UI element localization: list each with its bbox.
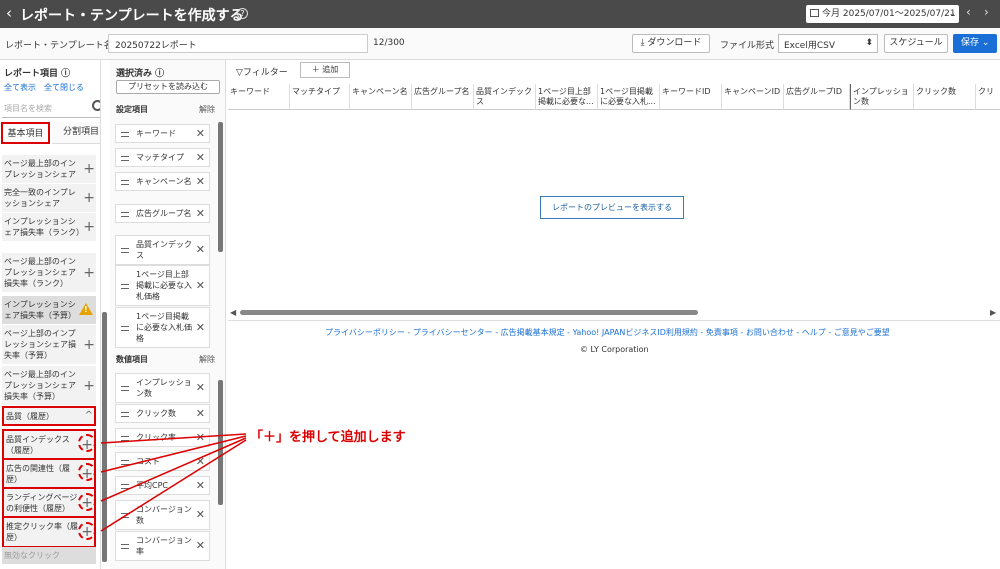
annotation-text: 「＋」を押して追加します bbox=[250, 430, 406, 445]
annotation-arrows bbox=[100, 433, 247, 532]
arrow-line bbox=[100, 437, 247, 502]
